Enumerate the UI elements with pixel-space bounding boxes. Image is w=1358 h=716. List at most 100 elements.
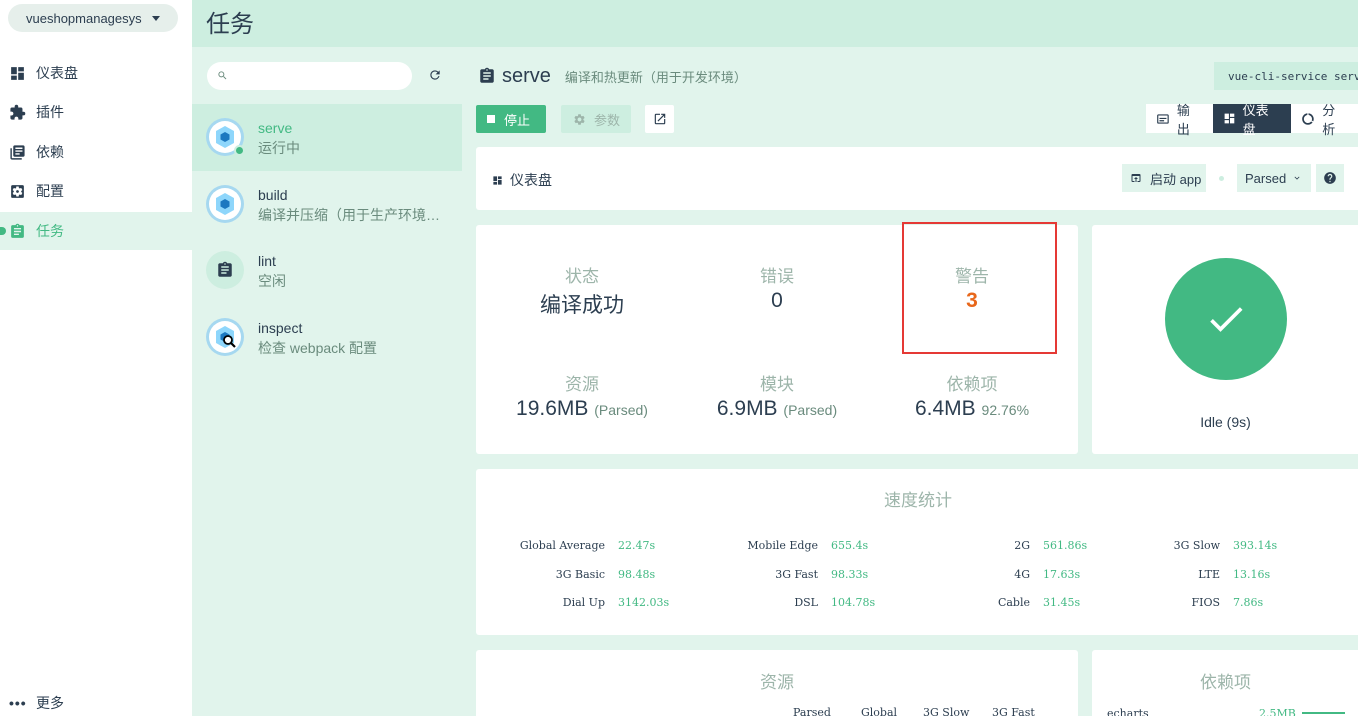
open-in-browser-icon <box>1131 174 1141 182</box>
stat-label: 资源 <box>565 375 599 394</box>
task-item-lint[interactable]: lint 空闲 <box>192 237 462 304</box>
nav-item-dependencies[interactable]: 依赖 <box>0 133 192 171</box>
stat-unit: (Parsed) <box>783 402 838 418</box>
assets-card: 资源 Parsed Global 3G Slow 3G Fast <box>476 650 1078 716</box>
dashboard-title-label: 仪表盘 <box>510 172 552 188</box>
caret-down-icon <box>152 16 160 21</box>
left-nav: vueshopmanagesys 仪表盘 插件 依赖 配置 任务 ••• 更多 <box>0 0 192 716</box>
task-detail: serve 编译和热更新（用于开发环境） vue-cli-service ser… <box>462 47 1358 716</box>
dependencies-title: 依赖项 <box>1200 673 1251 692</box>
assignment-icon <box>206 251 244 289</box>
nav-item-tasks[interactable]: 任务 <box>0 212 192 250</box>
tab-analyzer[interactable]: 分析 <box>1291 103 1358 137</box>
task-name: build <box>258 187 288 203</box>
task-name: inspect <box>258 320 303 336</box>
help-button[interactable] <box>1316 164 1344 192</box>
speed-stat-value: 393.14s <box>1233 539 1278 552</box>
task-item-build[interactable]: build 编译并压缩（用于生产环境… <box>192 171 462 238</box>
task-description: 编译并压缩（用于生产环境… <box>258 207 440 223</box>
stat-value: 6.9MB <box>716 397 778 420</box>
nav-item-config[interactable]: 配置 <box>0 172 192 210</box>
params-button[interactable]: 参数 <box>561 105 631 133</box>
nav-item-plugins[interactable]: 插件 <box>0 93 192 131</box>
task-item-inspect[interactable]: inspect 检查 webpack 配置 <box>192 304 462 371</box>
help-icon <box>1324 172 1336 184</box>
view-tabs: 输出 仪表盘 分析 <box>1146 103 1358 137</box>
task-header: serve 编译和热更新（用于开发环境） <box>478 62 747 90</box>
stat-errors: 错误 0 <box>677 262 877 313</box>
settings-applications-icon <box>11 185 24 198</box>
stat-unit: (Parsed) <box>594 402 648 418</box>
launch-app-label: 启动 app <box>1150 171 1202 187</box>
tab-output[interactable]: 输出 <box>1146 103 1213 137</box>
stat-label: 错误 <box>760 267 794 286</box>
tab-label: 输出 <box>1176 102 1190 137</box>
assets-column-header: 3G Slow <box>923 706 970 716</box>
nav-item-label: 配置 <box>36 183 64 199</box>
dependency-size-bar <box>1302 712 1345 714</box>
command-display: vue-cli-service serve <box>1214 62 1358 90</box>
task-title: serve <box>502 64 551 87</box>
stat-label: 状态 <box>565 267 599 286</box>
dependency-name: echarts <box>1107 707 1149 716</box>
assignment-icon <box>480 67 494 83</box>
build-status-card: Idle (9s) <box>1092 225 1358 454</box>
task-item-serve[interactable]: serve 运行中 <box>192 104 462 171</box>
dashboard-title: 仪表盘 <box>492 170 552 190</box>
stop-button[interactable]: 停止 <box>476 105 546 133</box>
nav-item-label: 插件 <box>36 104 64 120</box>
webpack-inspect-icon <box>206 318 244 356</box>
speed-stats-title: 速度统计 <box>884 491 952 510</box>
output-icon <box>1157 113 1169 124</box>
stat-label: 依赖项 <box>946 375 998 394</box>
stop-icon <box>487 115 495 123</box>
warnings-highlight-box <box>902 222 1057 354</box>
mode-select[interactable]: Parsed <box>1237 164 1311 192</box>
open-external-button[interactable] <box>645 105 674 133</box>
success-indicator <box>1165 258 1287 380</box>
speed-stat-label: FIOS <box>1191 596 1220 609</box>
check-icon <box>1210 307 1243 332</box>
stat-assets: 资源 19.6MB (Parsed) <box>482 370 682 421</box>
task-name: lint <box>258 253 276 269</box>
assets-title: 资源 <box>760 673 794 692</box>
search-input[interactable] <box>207 62 412 90</box>
stat-label: 模块 <box>760 375 794 394</box>
build-stats-card: 状态 编译成功 错误 0 警告 3 资源 19.6MB (Parsed) 模块 … <box>476 222 1078 454</box>
stat-modules: 模块 6.9MB (Parsed) <box>677 370 877 421</box>
webpack-icon <box>206 185 244 223</box>
open-in-new-icon <box>654 113 665 125</box>
tab-dashboard[interactable]: 仪表盘 <box>1212 103 1292 137</box>
stat-value: 0 <box>771 289 783 312</box>
task-name: serve <box>258 120 293 136</box>
nav-more-label: 更多 <box>36 695 64 711</box>
speed-stat-label: 3G Slow <box>1173 539 1220 552</box>
stat-unit: 92.76% <box>981 402 1030 418</box>
search-icon <box>218 71 227 80</box>
assets-column-header: Parsed <box>793 706 831 716</box>
assets-column-header: 3G Fast <box>992 706 1035 716</box>
stat-value: 19.6MB <box>516 397 589 420</box>
stop-label: 停止 <box>504 112 531 128</box>
dependencies-card: 依赖项 echarts 2.5MB <box>1092 650 1358 716</box>
nav-item-dashboard[interactable]: 仪表盘 <box>0 54 192 92</box>
params-label: 参数 <box>594 112 621 128</box>
dashboard-header: 仪表盘 启动 app Parsed <box>476 147 1358 210</box>
task-subtitle: 编译和热更新（用于开发环境） <box>564 69 747 85</box>
donut-icon <box>1302 112 1315 125</box>
nav-item-label: 依赖 <box>36 144 64 160</box>
project-selector[interactable]: vueshopmanagesys <box>8 4 178 32</box>
library-books-icon <box>10 145 25 160</box>
puzzle-icon <box>10 104 26 120</box>
separator-dot <box>1219 176 1224 181</box>
speed-stat-value: 7.86s <box>1233 596 1264 609</box>
speed-stat-value: 13.16s <box>1233 568 1271 581</box>
gear-icon <box>574 113 585 125</box>
running-status-dot <box>234 145 245 156</box>
launch-app-button[interactable]: 启动 app <box>1122 164 1206 192</box>
nav-more[interactable]: ••• 更多 <box>0 690 192 716</box>
top-bar: 任务 <box>192 0 1358 47</box>
mode-select-value: Parsed <box>1245 170 1287 186</box>
task-description: 运行中 <box>258 140 300 156</box>
refresh-icon[interactable] <box>428 68 442 82</box>
